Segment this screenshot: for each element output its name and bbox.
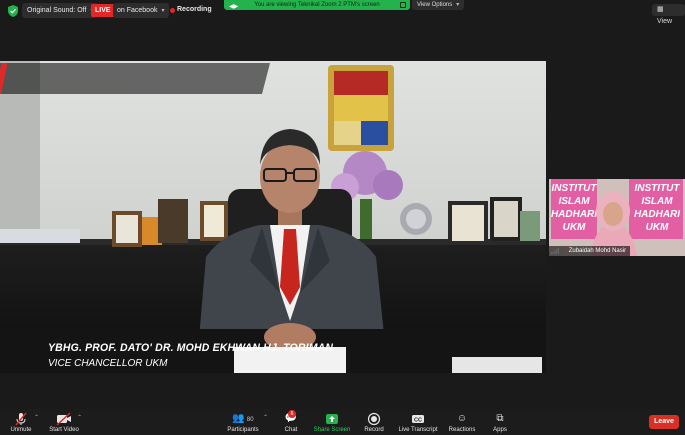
shield-icon[interactable] [8, 5, 18, 17]
grid-icon: ▦ [657, 6, 664, 13]
screen-share-banner-text: You are viewing Teknikal Zoom 2 PTM's sc… [254, 2, 380, 8]
share-screen-label: Share Screen [313, 427, 351, 433]
recording-label: Recording [177, 6, 212, 13]
share-screen-button[interactable]: Share Screen [312, 409, 352, 435]
record-icon [367, 412, 381, 426]
lower-third-name: YBHG. PROF. DATO' DR. MOHD EKHWAN HJ. TO… [48, 342, 334, 354]
speaker-video-frame [0, 61, 546, 373]
participants-icon: 👥 80 [232, 413, 254, 424]
screen-share-banner: ◀▶ You are viewing Teknikal Zoom 2 PTM's… [224, 0, 410, 10]
leave-button[interactable]: Leave [649, 415, 679, 429]
video-off-icon [56, 412, 71, 426]
participants-label: Participants [227, 427, 259, 433]
view-button[interactable]: ▦ View [652, 4, 685, 25]
banner-stop-icon[interactable] [400, 2, 406, 8]
microphone-muted-icon [15, 412, 27, 426]
banner-left-line1: INSTITUT [552, 183, 598, 194]
banner-right-line3: HADHARI [634, 209, 680, 220]
participant-thumbnail[interactable]: INSTITUT ISLAM HADHARI UKM INSTITUT ISLA… [549, 179, 685, 256]
cc-icon: CC [412, 415, 424, 424]
participant-name: Zubaidah Mohd Nasir [568, 248, 627, 254]
participant-video-frame: INSTITUT ISLAM HADHARI UKM INSTITUT ISLA… [549, 179, 685, 256]
live-target-label: on Facebook [117, 7, 158, 14]
apps-icon: ⧉ [496, 413, 504, 424]
banner-left-line4: UKM [563, 222, 586, 233]
participants-button[interactable]: 👥 80 Participants [223, 409, 263, 435]
chevron-down-icon: ▾ [456, 2, 460, 8]
reactions-icon: ☺ [456, 413, 468, 424]
chevron-up-icon[interactable]: ⌃ [77, 414, 82, 421]
top-bar: Original Sound: Off▾ LIVE on Facebook▾ R… [0, 0, 685, 25]
view-options-label: View Options [417, 2, 453, 8]
reactions-label: Reactions [448, 427, 476, 433]
banner-left-line3: HADHARI [551, 209, 597, 220]
original-sound-button[interactable]: Original Sound: Off▾ [22, 3, 99, 18]
unmute-button[interactable]: Unmute [6, 409, 36, 435]
zoom-meeting-window: Original Sound: Off▾ LIVE on Facebook▾ R… [0, 0, 685, 435]
participant-mic-muted-icon: ⧸ [565, 248, 568, 254]
unmute-label: Unmute [10, 427, 32, 433]
chat-badge: 6 [288, 410, 296, 418]
live-transcript-button[interactable]: CC Live Transcript [396, 409, 440, 435]
original-sound-label: Original Sound: Off [27, 7, 87, 14]
lower-third-banner [0, 63, 270, 94]
record-button[interactable]: Record [362, 409, 386, 435]
participants-count: 80 [246, 417, 254, 423]
banner-right-line1: INSTITUT [635, 183, 681, 194]
chevron-up-icon[interactable]: ⌃ [34, 414, 39, 421]
banner-right-line2: ISLAM [641, 196, 673, 207]
chevron-down-icon: ▾ [161, 8, 165, 14]
meeting-toolbar: Unmute ⌃ Start Video ⌃ 👥 80 Participants … [0, 409, 685, 435]
svg-text:CC: CC [414, 418, 422, 424]
reactions-button[interactable]: ☺ Reactions [447, 409, 477, 435]
chevron-up-icon[interactable]: ⌃ [263, 414, 268, 421]
live-transcript-label: Live Transcript [398, 427, 438, 433]
apps-button[interactable]: ⧉ Apps [489, 409, 511, 435]
lower-third-title: VICE CHANCELLOR UKM [48, 358, 168, 369]
screen-share-icon: ◀▶ [229, 4, 239, 10]
share-screen-icon [326, 414, 338, 424]
participant-name-label: ⧸ Zubaidah Mohd Nasir [549, 246, 631, 256]
start-video-button[interactable]: Start Video [46, 409, 82, 435]
recording-dot-icon [170, 8, 175, 13]
start-video-label: Start Video [49, 427, 79, 433]
main-speaker-video[interactable]: YBHG. PROF. DATO' DR. MOHD EKHWAN HJ. TO… [0, 61, 546, 373]
banner-right-line4: UKM [646, 222, 669, 233]
live-target-button[interactable]: on Facebook ▾ [113, 3, 169, 18]
chat-button[interactable]: 💬 6 Chat [280, 409, 302, 435]
record-label: Record [364, 427, 384, 433]
view-label: View [657, 18, 673, 25]
banner-left-line2: ISLAM [558, 196, 590, 207]
apps-label: Apps [493, 427, 507, 433]
view-options-button[interactable]: View Options ▾ [412, 0, 465, 10]
live-badge[interactable]: LIVE [91, 4, 115, 17]
chat-label: Chat [284, 427, 298, 433]
